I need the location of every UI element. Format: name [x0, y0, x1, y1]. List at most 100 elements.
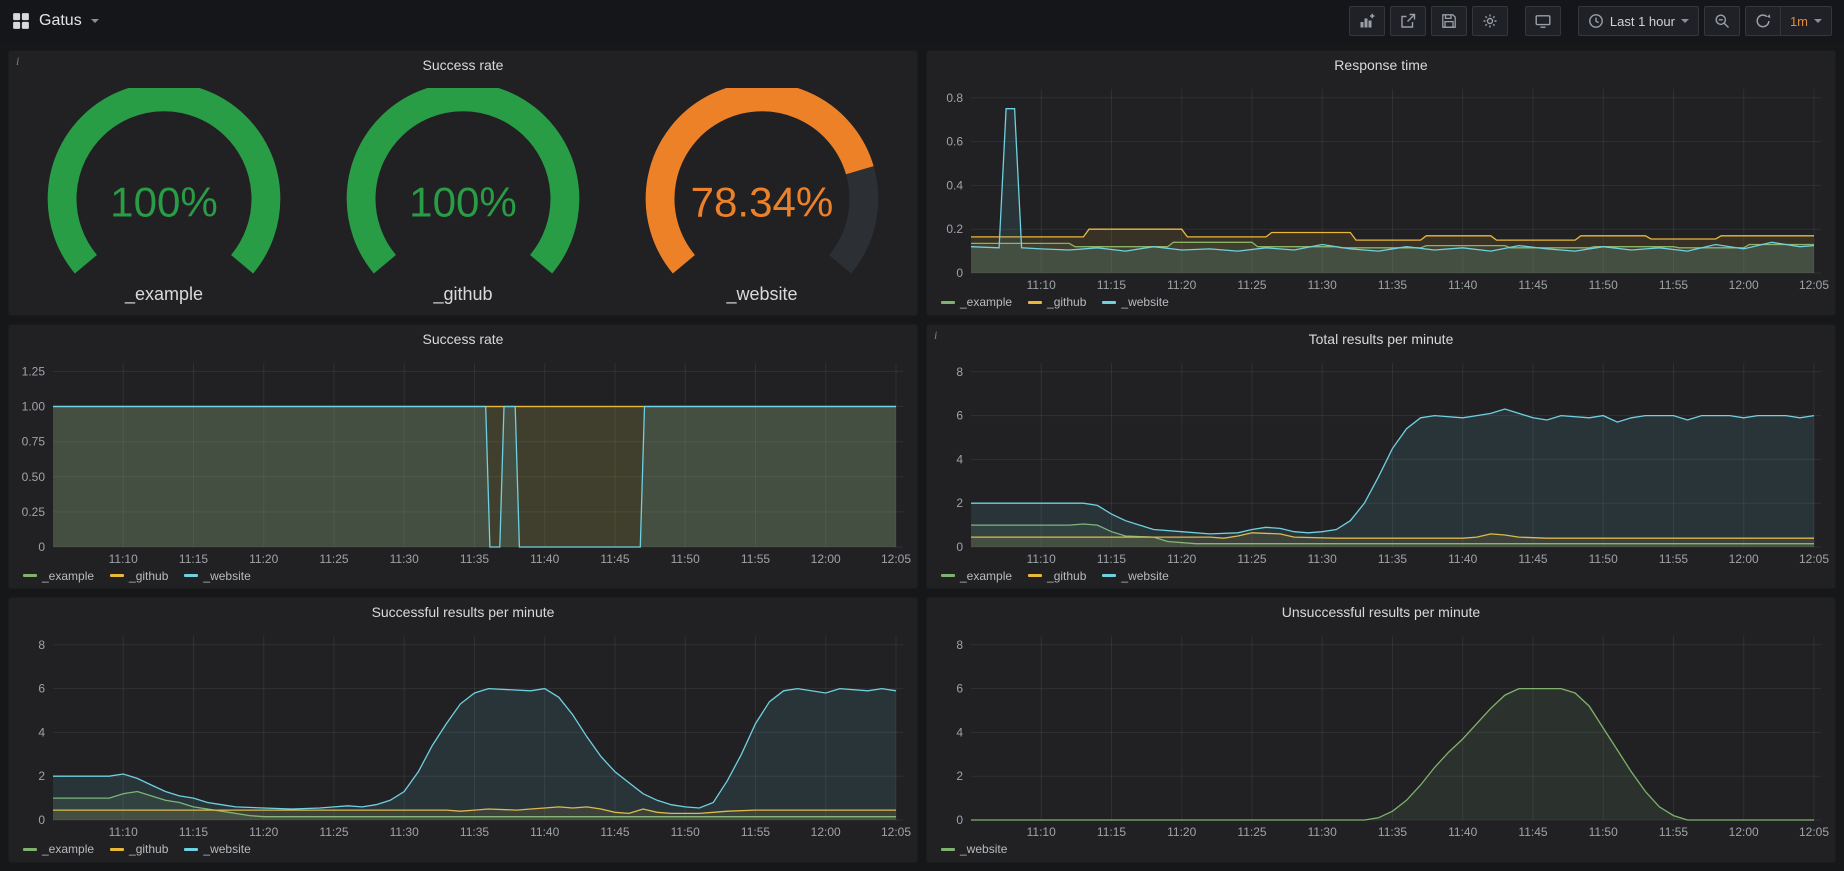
- success-rate-chart[interactable]: 11:1011:1511:2011:2511:3011:3511:4011:45…: [9, 353, 917, 569]
- svg-text:11:10: 11:10: [1027, 278, 1056, 292]
- svg-text:4: 4: [956, 452, 963, 466]
- legend-item[interactable]: _website: [1102, 295, 1168, 309]
- svg-text:11:50: 11:50: [1589, 278, 1618, 292]
- gauge-value: 100%: [409, 179, 517, 226]
- chart-canvas[interactable]: 11:1011:1511:2011:2511:3011:3511:4011:45…: [927, 79, 1835, 295]
- legend-item[interactable]: _example: [23, 842, 94, 856]
- svg-text:11:40: 11:40: [1448, 825, 1477, 839]
- navbar: Gatus Last 1 hour: [0, 0, 1844, 42]
- svg-text:11:45: 11:45: [1518, 278, 1547, 292]
- add-panel-button[interactable]: [1349, 6, 1385, 36]
- svg-text:11:45: 11:45: [1518, 552, 1547, 566]
- chevron-down-icon[interactable]: [91, 19, 99, 23]
- svg-text:0: 0: [956, 813, 963, 827]
- legend-item[interactable]: _website: [941, 842, 1007, 856]
- panel-success-rate-gauges: i Success rate 100%_example100%_github78…: [8, 50, 918, 316]
- svg-text:11:40: 11:40: [1448, 552, 1477, 566]
- chart-legend: _example _github _website: [9, 842, 917, 862]
- svg-text:11:40: 11:40: [1448, 278, 1477, 292]
- chart-canvas[interactable]: 11:1011:1511:2011:2511:3011:3511:4011:45…: [927, 626, 1835, 842]
- save-button[interactable]: [1431, 6, 1467, 36]
- svg-text:12:00: 12:00: [1729, 278, 1759, 292]
- svg-text:0.2: 0.2: [946, 222, 963, 236]
- refresh-button[interactable]: [1745, 6, 1780, 36]
- settings-button[interactable]: [1472, 6, 1508, 36]
- add-panel-icon: [1359, 13, 1375, 29]
- panel-title[interactable]: Response time: [927, 51, 1835, 79]
- time-range-button[interactable]: Last 1 hour: [1578, 6, 1699, 36]
- svg-text:11:30: 11:30: [1308, 278, 1337, 292]
- legend-item[interactable]: _website: [184, 842, 250, 856]
- svg-text:12:00: 12:00: [811, 825, 841, 839]
- svg-text:1.00: 1.00: [22, 399, 46, 413]
- total-results-chart[interactable]: 11:1011:1511:2011:2511:3011:3511:4011:45…: [927, 353, 1835, 569]
- legend-item[interactable]: _github: [1028, 295, 1086, 309]
- panel-success-rate-timeseries: Success rate 11:1011:1511:2011:2511:3011…: [8, 324, 918, 590]
- zoom-out-button[interactable]: [1704, 6, 1740, 36]
- panel-title[interactable]: Unsuccessful results per minute: [927, 598, 1835, 626]
- panel-successful-results: Successful results per minute 11:1011:15…: [8, 597, 918, 863]
- svg-text:6: 6: [38, 682, 45, 696]
- legend-item[interactable]: _website: [1102, 569, 1168, 583]
- svg-text:11:50: 11:50: [671, 552, 700, 566]
- successful-results-chart[interactable]: 11:1011:1511:2011:2511:3011:3511:4011:45…: [9, 626, 917, 842]
- legend-item[interactable]: _example: [23, 569, 94, 583]
- legend-item[interactable]: _github: [1028, 569, 1086, 583]
- legend-swatch: [941, 574, 955, 577]
- panel-info-icon[interactable]: i: [16, 54, 19, 69]
- legend-label: _example: [960, 295, 1012, 309]
- panel-title[interactable]: Total results per minute: [927, 325, 1835, 353]
- legend-label: _website: [203, 842, 250, 856]
- svg-text:0.6: 0.6: [946, 135, 963, 149]
- legend-swatch: [1102, 574, 1116, 577]
- refresh-interval-button[interactable]: 1m: [1780, 6, 1832, 36]
- panel-info-icon[interactable]: i: [934, 328, 937, 343]
- legend-item[interactable]: _github: [110, 569, 168, 583]
- svg-text:8: 8: [956, 638, 963, 652]
- gauge: 78.34%_website: [618, 88, 906, 305]
- legend-label: _example: [42, 569, 94, 583]
- legend-swatch: [110, 848, 124, 851]
- svg-text:11:10: 11:10: [109, 825, 138, 839]
- svg-text:11:10: 11:10: [1027, 552, 1056, 566]
- legend-item[interactable]: _example: [941, 569, 1012, 583]
- legend-item[interactable]: _website: [184, 569, 250, 583]
- refresh-icon: [1755, 13, 1771, 29]
- tv-mode-button[interactable]: [1525, 6, 1561, 36]
- svg-text:11:20: 11:20: [1167, 825, 1196, 839]
- svg-text:0: 0: [38, 540, 45, 554]
- svg-text:4: 4: [38, 726, 45, 740]
- gauge: 100%_github: [319, 88, 607, 305]
- time-range-label: Last 1 hour: [1610, 14, 1675, 29]
- svg-text:11:15: 11:15: [179, 552, 208, 566]
- svg-text:11:50: 11:50: [1589, 552, 1618, 566]
- chart-legend: _website: [927, 842, 1835, 862]
- gauge-value: 78.34%: [691, 179, 834, 226]
- unsuccessful-results-chart[interactable]: 11:1011:1511:2011:2511:3011:3511:4011:45…: [927, 626, 1835, 842]
- legend-item[interactable]: _example: [941, 295, 1012, 309]
- panel-title[interactable]: Success rate: [9, 51, 917, 79]
- chart-canvas[interactable]: 11:1011:1511:2011:2511:3011:3511:4011:45…: [9, 353, 917, 569]
- legend-item[interactable]: _github: [110, 842, 168, 856]
- response-time-chart[interactable]: 11:1011:1511:2011:2511:3011:3511:4011:45…: [927, 79, 1835, 295]
- svg-text:12:00: 12:00: [1729, 825, 1759, 839]
- panel-title[interactable]: Successful results per minute: [9, 598, 917, 626]
- gauge-value: 100%: [110, 179, 218, 226]
- monitor-icon: [1535, 13, 1551, 29]
- svg-text:11:45: 11:45: [600, 825, 629, 839]
- legend-swatch: [23, 848, 37, 851]
- legend-swatch: [941, 301, 955, 304]
- svg-text:11:20: 11:20: [1167, 278, 1196, 292]
- share-button[interactable]: [1390, 6, 1426, 36]
- legend-swatch: [1028, 301, 1042, 304]
- svg-text:1.25: 1.25: [22, 364, 46, 378]
- dashboard-title[interactable]: Gatus: [39, 12, 82, 30]
- dashboard-grid-icon[interactable]: [12, 12, 30, 30]
- chevron-down-icon: [1681, 19, 1689, 23]
- chart-canvas[interactable]: 11:1011:1511:2011:2511:3011:3511:4011:45…: [9, 626, 917, 842]
- chart-canvas[interactable]: 11:1011:1511:2011:2511:3011:3511:4011:45…: [927, 353, 1835, 569]
- gauge-row: 100%_example100%_github78.34%_website: [9, 79, 917, 315]
- panel-title[interactable]: Success rate: [9, 325, 917, 353]
- chart-legend: _example _github _website: [927, 568, 1835, 588]
- chart-legend: _example _github _website: [9, 568, 917, 588]
